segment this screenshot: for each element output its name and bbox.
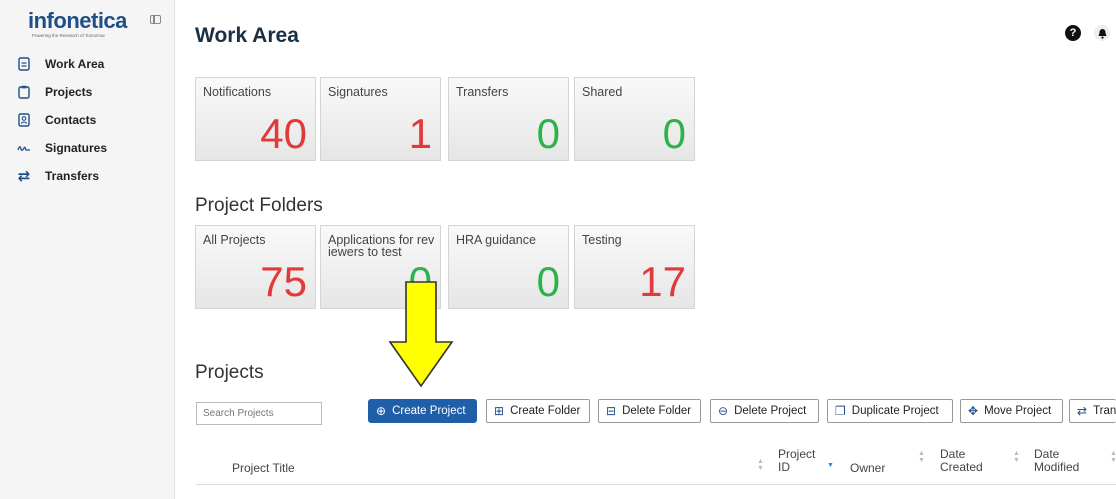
column-label: Date Modified [1034,447,1080,474]
contact-card-icon [17,113,31,127]
sort-icon[interactable]: ▲ ▼ [918,450,925,464]
transfer-arrows-icon: ⇄ [17,168,31,185]
folder-tile-hra-guidance[interactable]: HRA guidance 0 [448,225,569,309]
signatures-tile[interactable]: Signatures 1 [320,77,441,161]
column-owner[interactable]: Owner [850,462,885,475]
table-header-divider [196,484,1116,485]
button-label: Create Folder [510,405,581,417]
sidebar-item-work-area[interactable]: Work Area [0,50,175,78]
button-label: Delete Folder [622,405,692,417]
sidebar-item-projects[interactable]: Projects [0,78,175,106]
logo-text: infonetica [28,8,127,33]
tile-value: 1 [408,110,432,157]
document-icon [17,57,31,71]
search-projects-input[interactable] [196,402,322,425]
button-label: Tran [1093,405,1116,417]
button-label: Duplicate Project [851,405,939,417]
folder-plus-icon: ⊞ [494,404,505,418]
column-project-title[interactable]: Project Title [232,462,295,475]
transfer-arrows-icon: ⇄ [1077,404,1088,418]
signature-icon [17,141,31,155]
minus-circle-icon: ⊖ [718,404,729,418]
sidebar-nav: Work Area Projects Contacts Signatures ⇄… [0,50,175,190]
tile-label: Applications for reviewers to test [328,233,435,259]
sort-icon[interactable]: ▲ ▼ [1110,450,1116,464]
tile-label: Signatures [328,85,388,99]
tile-value: 0 [536,110,560,157]
delete-project-button[interactable]: ⊖ Delete Project [710,399,819,423]
tile-value: 0 [662,110,686,157]
sidebar-collapse-icon[interactable] [150,15,161,24]
tile-label: All Projects [203,233,266,247]
column-label: Date Created [940,447,983,474]
column-date-modified[interactable]: Date Modified [1034,448,1090,474]
sidebar-item-transfers[interactable]: ⇄ Transfers [0,162,175,190]
sort-icon[interactable]: ▲ ▼ [757,458,764,472]
sidebar-item-signatures[interactable]: Signatures [0,134,175,162]
folder-minus-icon: ⊟ [606,404,617,418]
column-label: Project Title [232,461,295,475]
create-project-button[interactable]: ⊕ Create Project [368,399,477,423]
sidebar: infonetica Powering the Research of Tomo… [0,0,175,499]
infonetica-logo[interactable]: infonetica Powering the Research of Tomo… [28,8,128,39]
column-label: Owner [850,461,886,475]
sort-icon[interactable]: ▲ ▼ [1013,450,1020,464]
project-folders-title: Project Folders [195,195,323,216]
duplicate-icon: ❐ [835,404,846,418]
page-title: Work Area [195,24,299,47]
plus-circle-icon: ⊕ [376,404,387,418]
folder-tile-testing[interactable]: Testing 17 [574,225,695,309]
logo-tagline: Powering the Research of Tomorrow [32,33,105,38]
annotation-arrow [388,281,454,388]
help-icon[interactable]: ? [1065,25,1081,41]
move-project-button[interactable]: ✥ Move Project [960,399,1063,423]
sidebar-item-contacts[interactable]: Contacts [0,106,175,134]
clipboard-icon [17,85,31,99]
tile-value: 40 [260,110,307,157]
sidebar-item-label: Work Area [45,57,105,71]
sort-descending-icon[interactable]: ▼ [827,462,834,469]
duplicate-project-button[interactable]: ❐ Duplicate Project [827,399,953,423]
column-date-created[interactable]: Date Created [940,448,990,474]
sidebar-item-label: Signatures [45,141,108,155]
tile-label: Notifications [203,85,272,99]
tile-value: 75 [260,258,307,305]
move-icon: ✥ [968,404,979,418]
tile-label: Shared [582,85,623,99]
bell-icon[interactable] [1094,25,1110,41]
column-project-id[interactable]: Project ID [778,448,824,474]
tile-value: 17 [639,258,686,305]
create-folder-button[interactable]: ⊞ Create Folder [486,399,590,423]
tile-label: HRA guidance [456,233,536,247]
tile-value: 0 [536,258,560,305]
button-label: Create Project [392,405,466,417]
column-label: Project ID [778,447,816,474]
button-label: Move Project [984,405,1052,417]
tile-label: Testing [582,233,622,247]
shared-tile[interactable]: Shared 0 [574,77,695,161]
transfer-project-button[interactable]: ⇄ Tran [1069,399,1116,423]
tile-label: Transfers [456,85,509,99]
delete-folder-button[interactable]: ⊟ Delete Folder [598,399,701,423]
notifications-tile[interactable]: Notifications 40 [195,77,316,161]
sidebar-item-label: Contacts [45,113,97,127]
sidebar-item-label: Projects [45,85,93,99]
folder-tile-all-projects[interactable]: All Projects 75 [195,225,316,309]
sidebar-item-label: Transfers [45,169,100,183]
button-label: Delete Project [734,405,807,417]
transfers-tile[interactable]: Transfers 0 [448,77,569,161]
projects-title: Projects [195,362,264,383]
